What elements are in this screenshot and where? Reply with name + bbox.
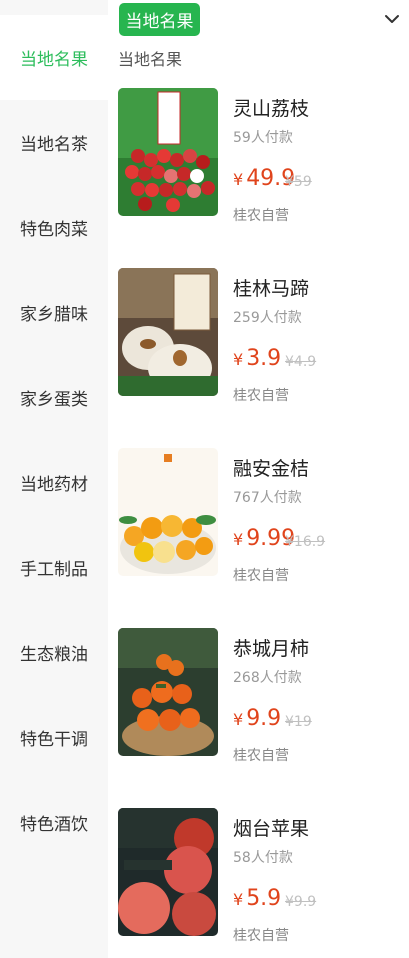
product-image[interactable]: [118, 448, 218, 576]
shop-name: 桂农自营: [233, 208, 289, 224]
sales-count: 767人付款: [233, 490, 302, 506]
sidebar-item-local-fruit[interactable]: 当地名果: [0, 15, 108, 100]
sidebar-item-grain-oil[interactable]: 生态粮油: [0, 610, 108, 695]
currency-symbol: ¥: [233, 350, 244, 369]
shop-name: 桂农自营: [233, 388, 289, 404]
sidebar-item-meat-veg[interactable]: 特色肉菜: [0, 185, 108, 270]
product-card[interactable]: 恭城月柿 268人付款 ¥9.9 ¥19 桂农自营: [118, 628, 398, 764]
sidebar-item-herbs[interactable]: 当地药材: [0, 440, 108, 525]
currency-symbol: ¥: [233, 710, 244, 729]
sidebar-item-dried-seasoning[interactable]: 特色干调: [0, 695, 108, 780]
category-sidebar: 当地名果 当地名茶 特色肉菜 家乡腊味 家乡蛋类 当地药材 手工制品 生态粮油 …: [0, 0, 108, 958]
category-chip-local-fruit[interactable]: 当地名果: [119, 3, 200, 36]
persimmon-image: [118, 628, 218, 756]
sidebar-item-eggs[interactable]: 家乡蛋类: [0, 355, 108, 440]
product-name[interactable]: 烟台苹果: [233, 814, 309, 841]
currency-symbol: ¥: [233, 890, 244, 909]
sidebar-item-local-tea[interactable]: 当地名茶: [0, 100, 108, 185]
original-price: ¥59: [285, 174, 312, 190]
product-card[interactable]: 桂林马蹄 259人付款 ¥3.9 ¥4.9 桂农自营: [118, 268, 398, 404]
sales-count: 268人付款: [233, 670, 302, 686]
product-price: ¥9.9: [233, 706, 281, 731]
section-title: 当地名果: [118, 50, 183, 69]
product-card[interactable]: 灵山荔枝 59人付款 ¥49.9 ¥59 桂农自营: [118, 88, 398, 224]
currency-symbol: ¥: [233, 170, 244, 189]
shop-name: 桂农自营: [233, 568, 289, 584]
app: 当地名果 当地名茶 特色肉菜 家乡腊味 家乡蛋类 当地药材 手工制品 生态粮油 …: [0, 0, 409, 958]
product-image[interactable]: [118, 268, 218, 396]
product-name[interactable]: 桂林马蹄: [233, 274, 309, 301]
chevron-down-icon[interactable]: [383, 10, 401, 28]
price-value: 9.9: [246, 706, 282, 731]
product-price: ¥3.9: [233, 346, 281, 371]
sales-count: 259人付款: [233, 310, 302, 326]
kumquat-image: [118, 448, 218, 576]
apple-image: [118, 808, 218, 936]
sidebar-item-cured-meat[interactable]: 家乡腊味: [0, 270, 108, 355]
original-price: ¥19: [285, 714, 312, 730]
original-price: ¥9.9: [285, 894, 317, 910]
product-image[interactable]: [118, 808, 218, 936]
sidebar-item-handicraft[interactable]: 手工制品: [0, 525, 108, 610]
product-card[interactable]: 烟台苹果 58人付款 ¥5.9 ¥9.9 桂农自营: [118, 808, 398, 944]
shop-name: 桂农自营: [233, 928, 289, 944]
price-value: 5.9: [246, 886, 282, 911]
product-card[interactable]: 融安金桔 767人付款 ¥9.99 ¥16.9 桂农自营: [118, 448, 398, 584]
product-name[interactable]: 恭城月柿: [233, 634, 309, 661]
original-price: ¥4.9: [285, 354, 317, 370]
product-image[interactable]: [118, 88, 218, 216]
product-price: ¥5.9: [233, 886, 281, 911]
lychee-image: [118, 88, 218, 216]
price-value: 3.9: [246, 346, 282, 371]
shop-name: 桂农自营: [233, 748, 289, 764]
original-price: ¥16.9: [285, 534, 326, 550]
sales-count: 59人付款: [233, 130, 293, 146]
product-name[interactable]: 融安金桔: [233, 454, 309, 481]
sidebar-item-wine-drinks[interactable]: 特色酒饮: [0, 780, 108, 865]
water-chestnut-image: [118, 268, 218, 396]
product-image[interactable]: [118, 628, 218, 756]
sales-count: 58人付款: [233, 850, 293, 866]
product-name[interactable]: 灵山荔枝: [233, 94, 309, 121]
currency-symbol: ¥: [233, 530, 244, 549]
